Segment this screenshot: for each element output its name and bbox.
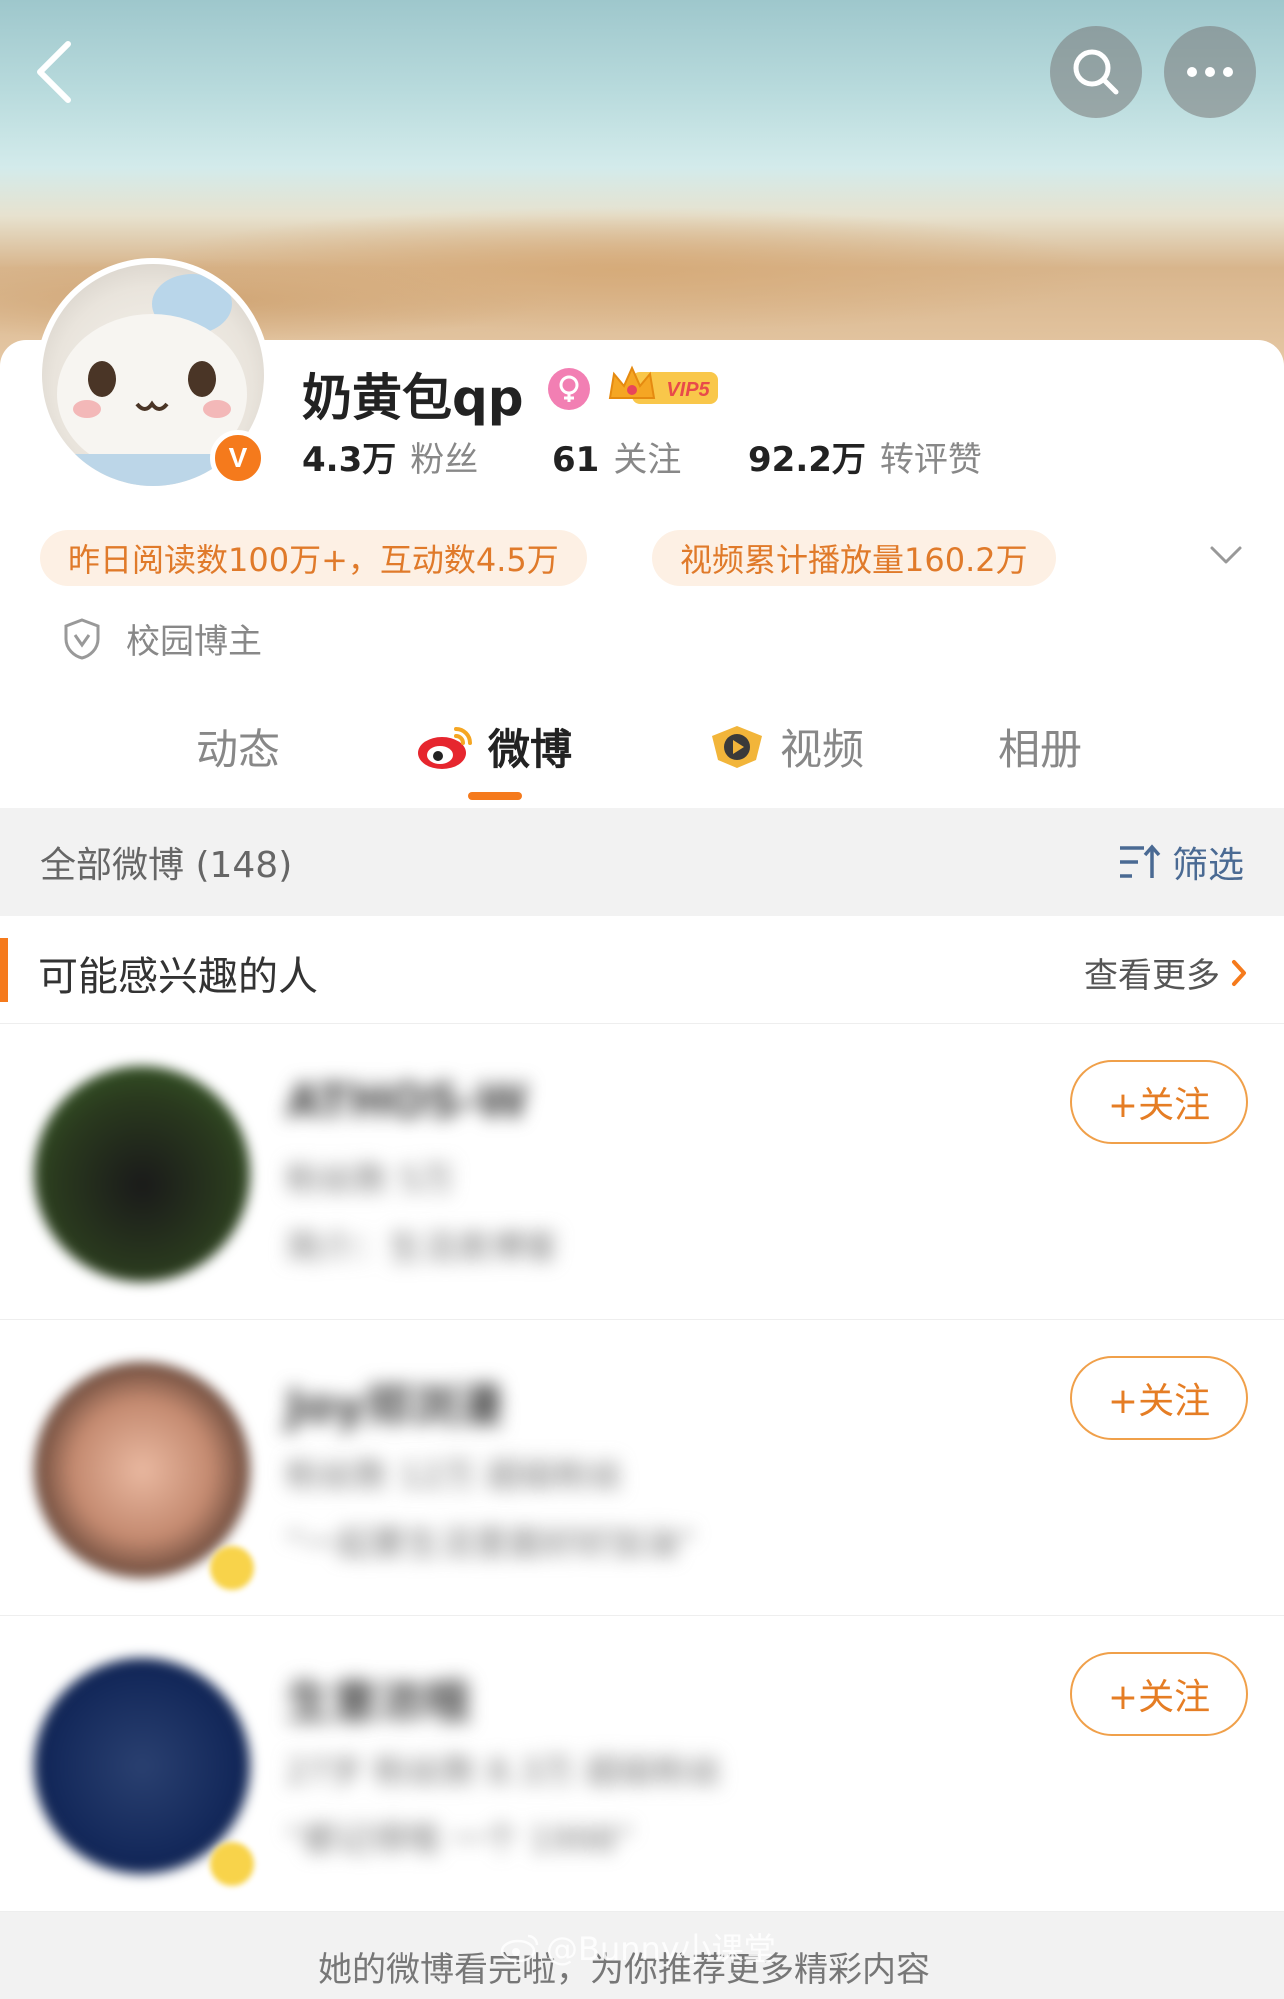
follow-button[interactable]: +关注 — [1070, 1652, 1248, 1736]
active-tab-indicator — [468, 792, 522, 800]
stat-followers[interactable]: 4.3万 粉丝 — [302, 432, 552, 481]
feed-header: 全部微博 (148) 筛选 — [0, 808, 1284, 916]
user-desc: “都记得哦 一个 1998” — [286, 1820, 634, 1860]
recommend-title: 可能感兴趣的人 — [38, 954, 318, 1000]
user-desc: “一起要生活里面好好加油” — [286, 1524, 696, 1564]
female-gender-icon — [548, 368, 590, 410]
follow-button[interactable]: +关注 — [1070, 1356, 1248, 1440]
tab-label: 相册 — [998, 725, 1083, 774]
stat-label: 粉丝 — [410, 440, 479, 480]
user-verified-badge — [210, 1842, 254, 1886]
more-button[interactable] — [1164, 26, 1256, 118]
stat-following[interactable]: 61 关注 — [552, 432, 748, 481]
profile-tabs: 动态 微博 视频 相册 — [0, 700, 1284, 808]
follow-button[interactable]: +关注 — [1070, 1060, 1248, 1144]
tab-weibo[interactable]: 微博 — [416, 716, 572, 777]
weibo-logo-icon — [418, 726, 472, 769]
username: 奶黄包qp — [302, 369, 524, 427]
tab-label: 视频 — [780, 725, 865, 774]
tab-label: 动态 — [196, 725, 281, 774]
recommend-header: 可能感兴趣的人 查看更多 — [0, 916, 1284, 1024]
stat-label: 转评赞 — [879, 440, 982, 480]
reading-stats-pill[interactable]: 昨日阅读数100万+，互动数4.5万 — [40, 530, 587, 586]
tab-album[interactable]: 相册 — [998, 716, 1082, 777]
tab-label: 微博 — [488, 725, 573, 774]
user-desc: 简介：生活类博客 — [286, 1228, 558, 1268]
stat-value: 61 — [552, 440, 600, 480]
tab-video[interactable]: 视频 — [708, 716, 864, 777]
vip-label: VIP5 — [666, 379, 710, 401]
search-button[interactable] — [1050, 26, 1142, 118]
recommend-user[interactable]: Joy郑浏漫 粉丝数 12万 超级粉丝 “一起要生活里面好好加油” +关注 — [0, 1320, 1284, 1616]
video-badge-icon — [712, 725, 762, 768]
more-dots-icon — [1187, 67, 1233, 77]
weibo-watermark-icon — [500, 1934, 539, 1962]
stat-label: 关注 — [613, 440, 682, 480]
stat-value: 4.3万 — [302, 440, 397, 480]
crown-icon: VIP5 — [608, 365, 718, 404]
verified-badge: V — [210, 430, 266, 486]
back-button[interactable] — [26, 36, 86, 108]
user-verified-badge — [210, 1546, 254, 1590]
filter-button[interactable]: 筛选 — [1118, 836, 1244, 888]
stat-reposts-likes[interactable]: 92.2万 转评赞 — [748, 432, 982, 481]
profile-stats: 4.3万 粉丝 61 关注 92.2万 转评赞 — [302, 432, 982, 481]
see-more-link[interactable]: 查看更多 — [1084, 948, 1248, 997]
user-meta: 粉丝数 12万 超级粉丝 — [286, 1456, 623, 1496]
chevron-right-icon — [1232, 959, 1246, 986]
watermark: @Bunny小课堂 — [500, 1924, 776, 1970]
video-plays-pill[interactable]: 视频累计播放量160.2万 — [652, 530, 1056, 586]
watermark-text: @Bunny小课堂 — [546, 1930, 776, 1968]
chevron-left-icon — [37, 41, 71, 103]
filter-label: 筛选 — [1171, 845, 1244, 886]
campus-blogger-tag[interactable]: 校园博主 — [62, 614, 262, 663]
shield-icon — [64, 617, 100, 660]
recommend-user[interactable]: 生意浓哦 27岁 粉丝数 8.3万 超级粉丝 “都记得哦 一个 1998” +关… — [0, 1616, 1284, 1912]
expand-button[interactable] — [1206, 540, 1246, 570]
feed-count: 全部微博 (148) — [40, 845, 293, 886]
section-accent-bar — [0, 938, 8, 1002]
user-name: 生意浓哦 — [286, 1675, 470, 1729]
see-more-label: 查看更多 — [1084, 956, 1220, 996]
search-icon — [1073, 49, 1119, 95]
user-avatar — [34, 1362, 250, 1578]
chevron-down-icon — [1210, 546, 1242, 564]
filter-sort-icon — [1119, 844, 1161, 878]
stat-value: 92.2万 — [748, 440, 866, 480]
vip-badge[interactable]: VIP5 — [608, 364, 720, 410]
end-of-feed-footer: 她的微博看完啦，为你推荐更多精彩内容 @Bunny小课堂 — [0, 1912, 1284, 1999]
user-avatar — [34, 1066, 250, 1282]
user-name: Joy郑浏漫 — [286, 1379, 503, 1433]
user-avatar — [34, 1658, 250, 1874]
recommend-user[interactable]: ATHOS-W 粉丝数 5万 简介：生活类博客 +关注 — [0, 1024, 1284, 1320]
campus-label: 校园博主 — [126, 622, 262, 662]
user-meta: 粉丝数 5万 — [286, 1160, 455, 1200]
user-meta: 27岁 粉丝数 8.3万 超级粉丝 — [286, 1752, 722, 1792]
user-name: ATHOS-W — [286, 1074, 528, 1128]
tab-dynamic[interactable]: 动态 — [196, 716, 280, 777]
